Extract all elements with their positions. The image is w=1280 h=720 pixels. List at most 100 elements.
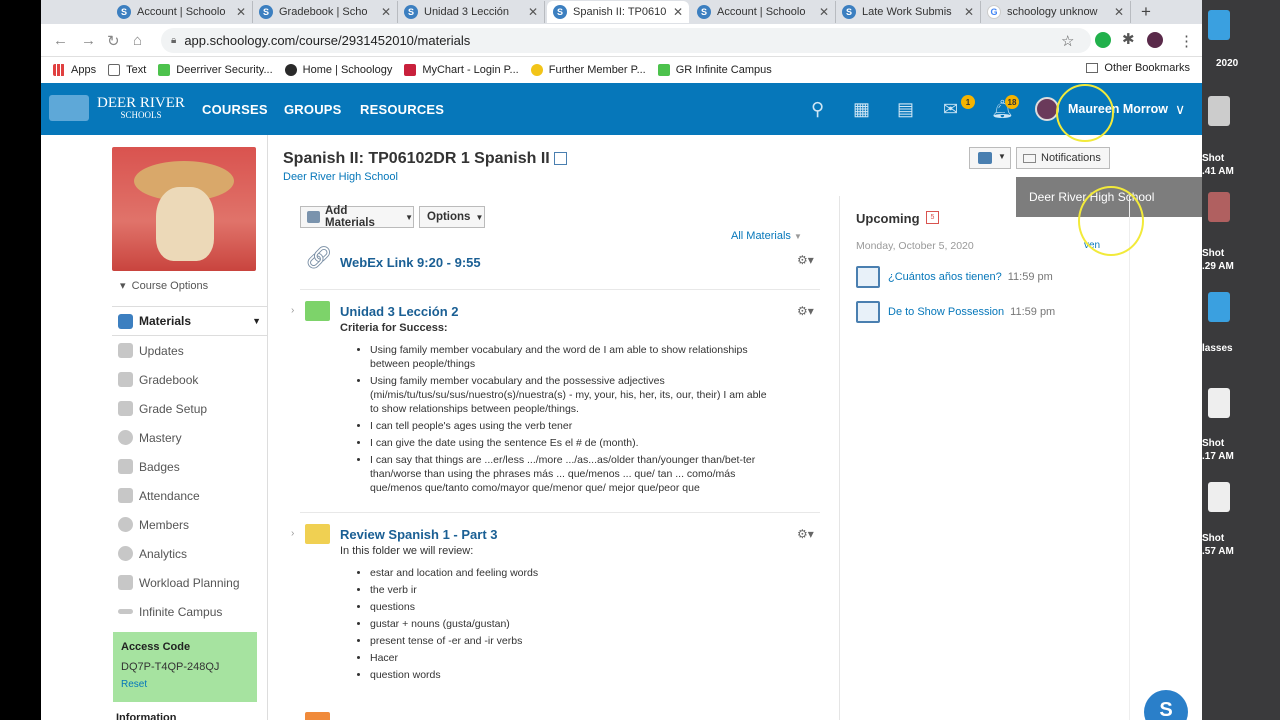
view-toggle-button[interactable]: ▼ (969, 147, 1011, 169)
desktop-file-icon[interactable] (1208, 482, 1230, 512)
course-info-icon[interactable] (554, 152, 568, 166)
tab[interactable]: Gschoology unknow ✕ (981, 1, 1131, 23)
sidebar-item-materials[interactable]: Materials ▼ (112, 307, 267, 336)
notifications-button[interactable]: Notifications (1016, 147, 1110, 169)
chevron-right-icon[interactable]: › (291, 305, 294, 316)
sidebar-item-workload-planning[interactable]: Workload Planning (112, 568, 267, 597)
link-icon: 🔗︎ (305, 245, 333, 270)
back-icon[interactable]: ← (53, 32, 68, 49)
upcoming-heading: Upcoming (856, 211, 920, 226)
close-icon[interactable]: ✕ (1114, 5, 1124, 19)
chevron-right-icon[interactable]: › (291, 528, 294, 539)
school-link[interactable]: Deer River High School (283, 171, 398, 183)
list-item[interactable]: › Review Spanish 1 - Part 3 ⚙▾ In this f… (291, 524, 820, 694)
bookmark-mychart[interactable]: MyChart - Login P... (404, 64, 519, 76)
sidebar-item-members[interactable]: Members (112, 510, 267, 539)
tab[interactable]: S Late Work Submis ✕ (836, 1, 981, 23)
close-icon[interactable]: ✕ (528, 5, 538, 19)
close-icon[interactable]: ✕ (819, 5, 829, 19)
url-field[interactable]: 🔒︎ app.schoology.com/course/2931452010/ma… (161, 28, 1091, 53)
gear-icon[interactable]: ⚙▾ (797, 253, 814, 267)
bookmark-apps[interactable]: Apps (53, 64, 96, 76)
reset-link[interactable]: Reset (121, 679, 249, 690)
book-logo-icon (49, 95, 89, 121)
schoology-favicon-icon (284, 64, 297, 76)
desktop-file-icon[interactable] (1208, 292, 1230, 322)
bookmark-home-schoology[interactable]: Home | Schoology (284, 64, 392, 76)
messages-icon[interactable]: ✉ (943, 99, 958, 120)
folder-icon (1086, 63, 1099, 73)
desktop-file-icon[interactable] (1208, 10, 1230, 40)
bookmark-infinite-campus[interactable]: GR Infinite Campus (657, 64, 772, 76)
tab[interactable]: S Account | Schoolo ✕ (691, 1, 836, 23)
sidebar-item-gradebook[interactable]: Gradebook (112, 365, 267, 394)
new-tab-icon[interactable]: + (1141, 2, 1151, 22)
close-icon[interactable]: ✕ (236, 5, 246, 19)
home-icon[interactable]: ⌂ (133, 32, 142, 49)
bookmark-deerriver-security[interactable]: Deerriver Security... (158, 64, 273, 76)
desktop-file-icon[interactable] (1208, 388, 1230, 418)
schoology-favicon-icon: S (404, 5, 418, 19)
nav-courses[interactable]: COURSES (202, 102, 268, 117)
profile-icon[interactable] (1147, 32, 1163, 48)
options-button[interactable]: Options ▼ (419, 206, 485, 228)
tab[interactable]: S Gradebook | Scho ✕ (253, 1, 398, 23)
add-materials-icon (307, 211, 320, 223)
close-icon[interactable]: ✕ (673, 5, 683, 19)
mastery-icon (118, 430, 133, 445)
sidebar-item-mastery[interactable]: Mastery (112, 423, 267, 452)
sidebar-item-updates[interactable]: Updates (112, 336, 267, 365)
folder-icon (305, 712, 330, 720)
calendar-icon[interactable]: 5 (926, 211, 939, 224)
list-item[interactable]: › Unidad 3 Lección 2 ⚙▾ Criteria for Suc… (291, 301, 820, 501)
list-item[interactable]: 🔗︎ WebEx Link 9:20 - 9:55 ⚙▾ (300, 245, 820, 279)
sidebar-item-grade-setup[interactable]: Grade Setup (112, 394, 267, 423)
information-heading: Information (116, 712, 177, 720)
chat-button[interactable]: S (1144, 690, 1188, 720)
nav-groups[interactable]: GROUPS (284, 102, 342, 117)
course-options[interactable]: ▾ Course Options (120, 279, 267, 292)
upcoming-event[interactable]: De to Show Possession 11:59 pm (856, 301, 1055, 323)
apps-icon[interactable]: ▦ (853, 99, 870, 120)
cursor-highlight (1078, 186, 1144, 256)
grammarly-extension-icon[interactable] (1095, 32, 1111, 48)
nav-resources[interactable]: RESOURCES (360, 102, 444, 117)
column-divider (1129, 196, 1130, 720)
search-icon[interactable]: ⚲ (811, 99, 824, 120)
sidebar-item-attendance[interactable]: Attendance (112, 481, 267, 510)
chevron-down-icon[interactable]: ∨ (1175, 101, 1185, 118)
notifications-badge: 18 (1005, 95, 1019, 109)
all-materials-filter[interactable]: All Materials ▼ (731, 230, 802, 242)
deer-river-logo[interactable]: DEER RIVER SCHOOLS (49, 95, 185, 121)
close-icon[interactable]: ✕ (964, 5, 974, 19)
tab[interactable]: S Unidad 3 Lección ✕ (398, 1, 545, 23)
other-bookmarks[interactable]: Other Bookmarks (1086, 62, 1190, 74)
access-code: DQ7P-T4QP-248QJ (121, 661, 220, 673)
desktop-file-icon[interactable] (1208, 192, 1230, 222)
calendar-icon[interactable]: ▤ (897, 99, 914, 120)
reload-icon[interactable]: ↻ (107, 32, 120, 50)
materials-icon (118, 313, 133, 329)
gear-icon[interactable]: ⚙▾ (797, 527, 814, 541)
bookmark-favicon-icon (530, 64, 543, 76)
add-materials-button[interactable]: Add Materials ▼ (300, 205, 414, 229)
upcoming-event[interactable]: ¿Cuántos años tienen? 11:59 pm (856, 266, 1053, 288)
desktop-background: 2020 Shot .41 AM Shot .29 AM lasses Shot… (1202, 0, 1280, 720)
star-icon[interactable]: ☆ (1061, 32, 1074, 50)
bookmark-further-member[interactable]: Further Member P... (530, 64, 646, 76)
bookmark-text[interactable]: Text (108, 64, 146, 76)
forward-icon[interactable]: → (81, 32, 96, 49)
close-icon[interactable]: ✕ (381, 5, 391, 19)
tab-active[interactable]: S Spanish II: TP0610 ✕ (547, 1, 689, 23)
sidebar-item-badges[interactable]: Badges (112, 452, 267, 481)
bookmarks-bar: Apps Text Deerriver Security... Home | S… (41, 57, 1202, 83)
gear-icon[interactable]: ⚙▾ (797, 304, 814, 318)
sidebar-item-analytics[interactable]: Analytics (112, 539, 267, 568)
extensions-icon[interactable]: ✱ (1122, 30, 1135, 48)
tab[interactable]: S Account | Schoolo ✕ (111, 1, 253, 23)
attendance-icon (118, 488, 133, 503)
sidebar-item-infinite-campus[interactable]: Infinite Campus (112, 597, 267, 626)
menu-icon[interactable]: ⋮ (1179, 32, 1194, 50)
badges-icon (118, 459, 133, 474)
desktop-file-icon[interactable] (1208, 96, 1230, 126)
